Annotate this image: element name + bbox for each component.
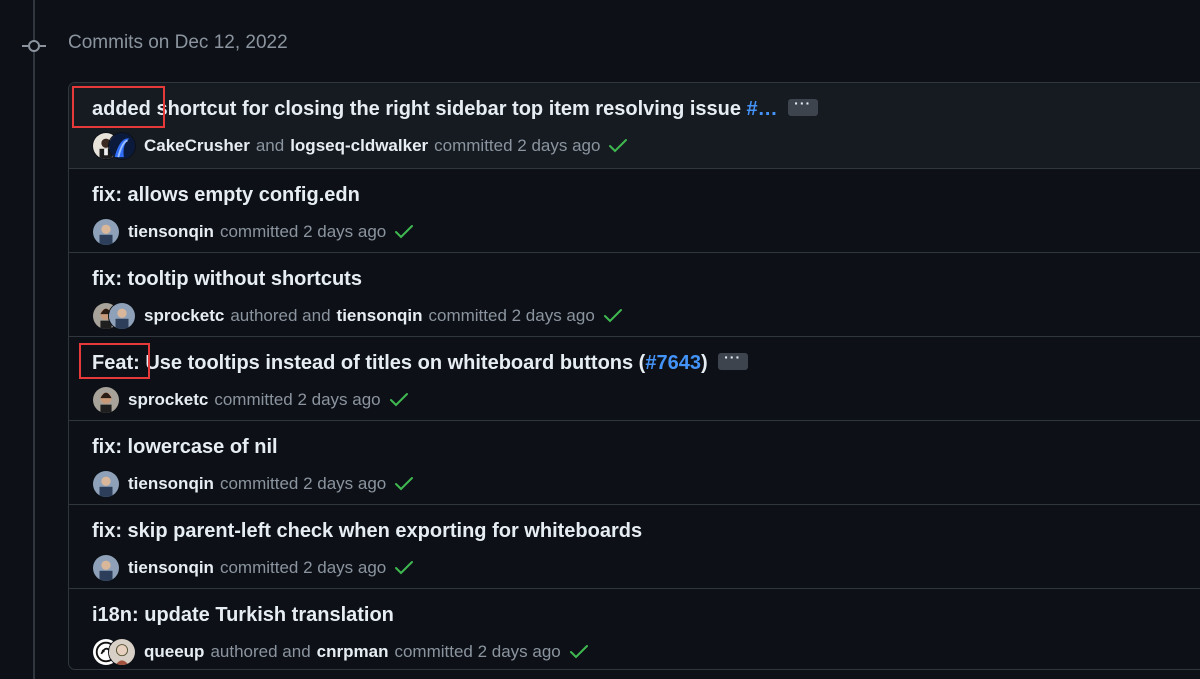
- check-icon[interactable]: [595, 308, 623, 324]
- commit-meta-text: committed 2 days ago: [219, 558, 387, 577]
- commit-meta: sprocketc authored and tiensonqin committed…: [92, 301, 623, 331]
- commit-group-title: Commits on Dec 12, 2022: [68, 32, 288, 53]
- check-icon[interactable]: [386, 224, 414, 240]
- author-link[interactable]: sprocketc: [144, 306, 224, 326]
- avatar-stack[interactable]: [92, 554, 120, 582]
- avatar-cnrpman[interactable]: [108, 638, 136, 666]
- commit-meta-text: committed 2 days ago: [434, 136, 601, 155]
- commit-meta: sprocketc committed 2 days ago: [92, 385, 409, 415]
- avatar-stack[interactable]: [92, 386, 120, 414]
- avatar-stack[interactable]: [92, 302, 136, 330]
- avatar-logseq-cldwalker[interactable]: [108, 132, 136, 160]
- commit-message[interactable]: fix: allows empty config.edn: [92, 184, 360, 207]
- check-icon[interactable]: [386, 560, 414, 576]
- author-link[interactable]: cnrpman: [317, 642, 389, 662]
- commit-meta: tiensonqin committed 2 days ago: [92, 217, 414, 247]
- commit-meta-text: committed 2 days ago: [219, 474, 387, 493]
- ellipsis-icon: ···: [794, 95, 812, 112]
- commit-meta: CakeCrusher and logseq-cldwalker committed …: [92, 131, 628, 161]
- commit-row: fix: skip parent-left check when exporti…: [69, 505, 1200, 589]
- commit-message-suffix[interactable]: ): [701, 352, 708, 374]
- ellipsis-icon: ···: [724, 349, 742, 366]
- commit-message[interactable]: fix: skip parent-left check when exporti…: [92, 520, 642, 543]
- avatar-tiensonqin[interactable]: [92, 554, 120, 582]
- author-link[interactable]: tiensonqin: [128, 222, 214, 242]
- author-link[interactable]: queeup: [144, 642, 204, 662]
- commit-row: added shortcut for closing the right sid…: [69, 83, 1200, 169]
- avatar-stack[interactable]: [92, 132, 136, 160]
- commit-message[interactable]: added shortcut for closing the right sid…: [92, 95, 818, 121]
- commit-message-text[interactable]: fix: allows empty config.edn: [92, 184, 360, 206]
- expand-message-button[interactable]: ···: [717, 349, 748, 371]
- commit-row: Feat: Use tooltips instead of titles on …: [69, 337, 1200, 421]
- commit-meta-text: authored and: [230, 306, 331, 325]
- commit-issue-link[interactable]: #7643: [645, 352, 701, 374]
- commit-meta: tiensonqin committed 2 days ago: [92, 553, 414, 583]
- commit-message-text[interactable]: fix: skip parent-left check when exporti…: [92, 520, 642, 542]
- commit-message[interactable]: fix: tooltip without shortcuts: [92, 268, 362, 291]
- commit-message-text[interactable]: Feat: Use tooltips instead of titles on …: [92, 352, 645, 374]
- author-link[interactable]: sprocketc: [128, 390, 208, 410]
- commit-issue-link[interactable]: #…: [747, 98, 778, 120]
- commit-message-text[interactable]: fix: tooltip without shortcuts: [92, 268, 362, 290]
- git-commit-icon: [22, 40, 46, 52]
- commit-message[interactable]: fix: lowercase of nil: [92, 436, 278, 459]
- commit-row: fix: lowercase of nil tiensonqin committed…: [69, 421, 1200, 505]
- timeline-line: [33, 0, 35, 679]
- avatar-tiensonqin[interactable]: [92, 470, 120, 498]
- commit-meta: queeup authored and cnrpman committed 2 day…: [92, 637, 589, 667]
- author-link[interactable]: logseq-cldwalker: [290, 136, 428, 156]
- check-icon[interactable]: [600, 138, 628, 154]
- commit-message-text[interactable]: i18n: update Turkish translation: [92, 604, 394, 626]
- commit-meta-text: committed 2 days ago: [428, 306, 595, 325]
- commit-row: fix: allows empty config.edn tiensonqin co…: [69, 169, 1200, 253]
- commit-list: added shortcut for closing the right sid…: [68, 82, 1200, 670]
- commit-message-text[interactable]: fix: lowercase of nil: [92, 436, 278, 458]
- check-icon[interactable]: [561, 644, 589, 660]
- commit-meta-text: committed 2 days ago: [394, 642, 561, 661]
- commit-meta-text: and: [255, 136, 285, 155]
- check-icon[interactable]: [381, 392, 409, 408]
- avatar-sprocketc[interactable]: [92, 386, 120, 414]
- author-link[interactable]: tiensonqin: [128, 474, 214, 494]
- commit-meta: tiensonqin committed 2 days ago: [92, 469, 414, 499]
- expand-message-button[interactable]: ···: [787, 95, 818, 117]
- commit-meta-text: committed 2 days ago: [219, 222, 387, 241]
- commit-message[interactable]: Feat: Use tooltips instead of titles on …: [92, 349, 748, 375]
- avatar-stack[interactable]: [92, 470, 120, 498]
- author-link[interactable]: tiensonqin: [337, 306, 423, 326]
- author-link[interactable]: tiensonqin: [128, 558, 214, 578]
- commit-meta-text: committed 2 days ago: [214, 390, 381, 409]
- commit-message-text[interactable]: added shortcut for closing the right sid…: [92, 98, 747, 120]
- author-link[interactable]: CakeCrusher: [144, 136, 250, 156]
- avatar-stack[interactable]: [92, 218, 120, 246]
- commit-row: i18n: update Turkish translation queeup au…: [69, 589, 1200, 669]
- commit-meta-text: authored and: [210, 642, 311, 661]
- commit-row: fix: tooltip without shortcuts sprocketc a…: [69, 253, 1200, 337]
- avatar-tiensonqin[interactable]: [108, 302, 136, 330]
- check-icon[interactable]: [386, 476, 414, 492]
- avatar-stack[interactable]: [92, 638, 136, 666]
- avatar-tiensonqin[interactable]: [92, 218, 120, 246]
- commit-message[interactable]: i18n: update Turkish translation: [92, 604, 394, 627]
